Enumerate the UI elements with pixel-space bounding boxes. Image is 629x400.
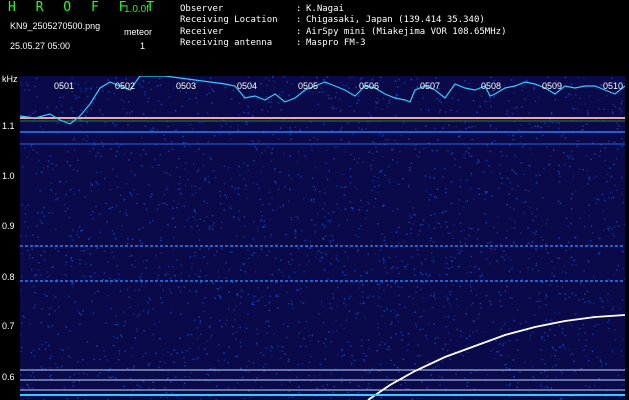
observer-value: K.Nagai	[306, 4, 344, 14]
spectrogram-canvas	[20, 76, 625, 400]
receiver-value: AirSpy mini (Miakejima VOR 108.65MHz)	[306, 27, 507, 37]
x-tick-label: 0507	[420, 81, 441, 91]
location-sep: :	[296, 15, 302, 25]
x-tick-label: 0501	[54, 81, 75, 91]
receiver-sep: :	[296, 27, 302, 37]
observer-sep: :	[296, 4, 302, 14]
x-tick-label: 0504	[237, 81, 258, 91]
x-tick-label: 0509	[542, 81, 563, 91]
app-version: 1.0.0f	[124, 4, 150, 15]
y-tick-label: 1.1	[2, 121, 15, 131]
y-tick-label: 0.9	[2, 221, 15, 231]
mode-value: 1	[140, 41, 146, 51]
x-tick-label: 0503	[176, 81, 197, 91]
header-panel: H R O F F T 1.0.0f KN9_2505270500.png me…	[0, 0, 629, 72]
x-tick-label: 0506	[359, 81, 380, 91]
file-name: KN9_2505270500.png	[10, 21, 101, 31]
x-tick-label: 0502	[115, 81, 136, 91]
y-tick-label: 1.0	[2, 171, 15, 181]
observer-label: Observer	[180, 4, 224, 14]
location-value: Chigasaki, Japan (139.414 35.340)	[306, 15, 485, 25]
x-tick-label: 0505	[298, 81, 319, 91]
mode-label: meteor	[124, 27, 153, 37]
y-tick-label: 0.6	[2, 372, 15, 382]
y-axis-unit: kHz	[2, 74, 18, 84]
timestamp: 25.05.27 05:00	[10, 41, 71, 51]
location-label: Receiving Location	[180, 15, 278, 25]
spectrogram	[20, 76, 625, 400]
antenna-label: Receiving antenna	[180, 38, 273, 48]
receiver-label: Receiver	[180, 27, 224, 37]
x-tick-label: 0510	[603, 81, 624, 91]
spectrogram-background	[20, 76, 625, 400]
antenna-value: Maspro FM-3	[306, 38, 366, 48]
antenna-sep: :	[296, 38, 302, 48]
x-tick-label: 0508	[481, 81, 502, 91]
y-tick-label: 0.8	[2, 272, 15, 282]
y-tick-label: 0.7	[2, 321, 15, 331]
